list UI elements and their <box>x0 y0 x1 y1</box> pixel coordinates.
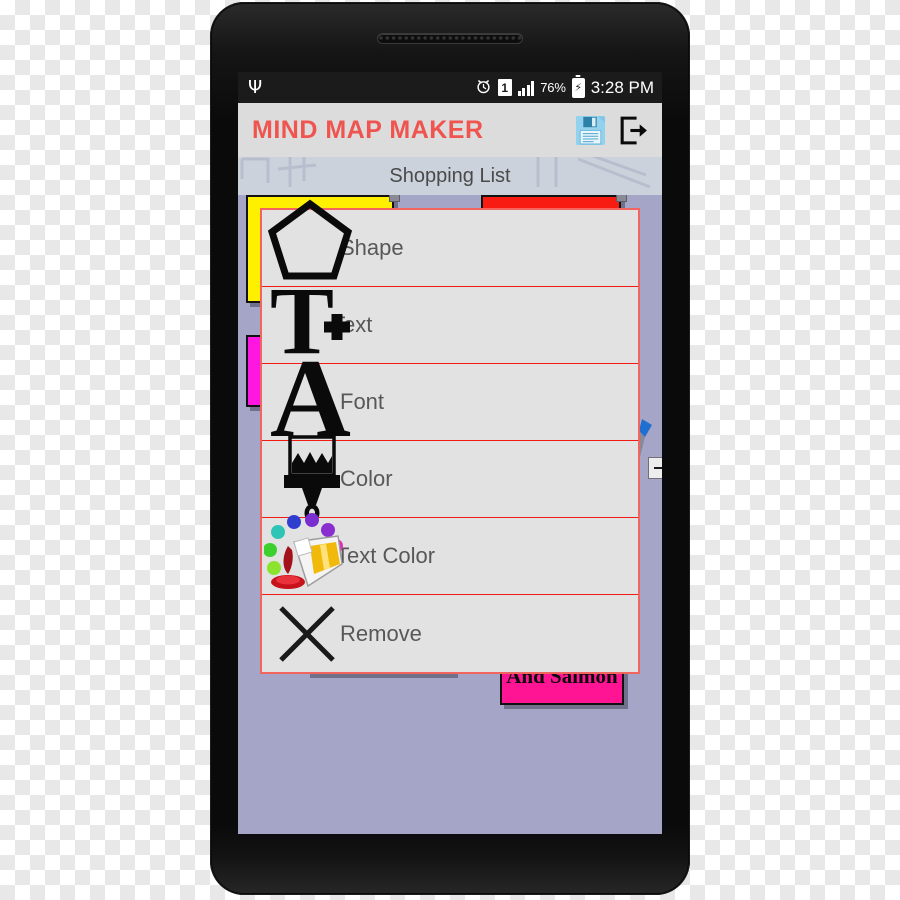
sim-card-indicator: 1 <box>497 79 512 96</box>
app-title: MIND MAP MAKER <box>252 115 484 144</box>
minus-icon <box>653 467 662 469</box>
phone-screen: Ψ 1 76% ⚡ 3:28 PM MIND MAP MAKER Shoppin… <box>238 72 662 834</box>
battery-charging-icon: ⚡ <box>571 77 585 98</box>
phone-device-frame: Ψ 1 76% ⚡ 3:28 PM MIND MAP MAKER Shoppin… <box>210 2 690 895</box>
floppy-disk-save-icon[interactable] <box>574 114 607 147</box>
remove-x-icon <box>262 595 340 672</box>
context-menu-item-remove[interactable]: Remove <box>262 595 638 672</box>
paint-brush-icon <box>262 434 340 522</box>
node-resize-handle[interactable] <box>389 195 400 202</box>
earpiece-speaker-grille <box>378 34 522 43</box>
status-bar: Ψ 1 76% ⚡ 3:28 PM <box>238 72 662 103</box>
mindmap-canvas[interactable]: And Salmon Shape T Text A Font Color Tex… <box>238 195 662 834</box>
app-header-actions <box>574 114 662 147</box>
status-bar-right-group: 1 76% ⚡ 3:28 PM <box>475 77 654 98</box>
status-bar-clock: 3:28 PM <box>590 77 654 97</box>
signal-bars-icon <box>517 80 535 96</box>
usb-icon: Ψ <box>248 76 263 98</box>
node-context-menu[interactable]: Shape T Text A Font Color Text Color Rem… <box>260 199 640 674</box>
app-header: MIND MAP MAKER <box>238 103 662 157</box>
zoom-out-button[interactable] <box>648 457 662 479</box>
node-resize-handle[interactable] <box>616 195 627 202</box>
context-menu-item-text-color[interactable]: Text Color <box>262 512 638 595</box>
context-menu-item-color[interactable]: Color <box>262 434 638 522</box>
exit-logout-icon[interactable] <box>617 114 650 147</box>
context-menu-label: Remove <box>340 620 422 646</box>
alarm-clock-icon <box>475 78 492 98</box>
document-title-bar: Shopping List <box>238 157 662 195</box>
document-title: Shopping List <box>389 164 511 187</box>
paint-bucket-palette-icon <box>262 512 343 595</box>
battery-percent-label: 76% <box>540 80 566 95</box>
